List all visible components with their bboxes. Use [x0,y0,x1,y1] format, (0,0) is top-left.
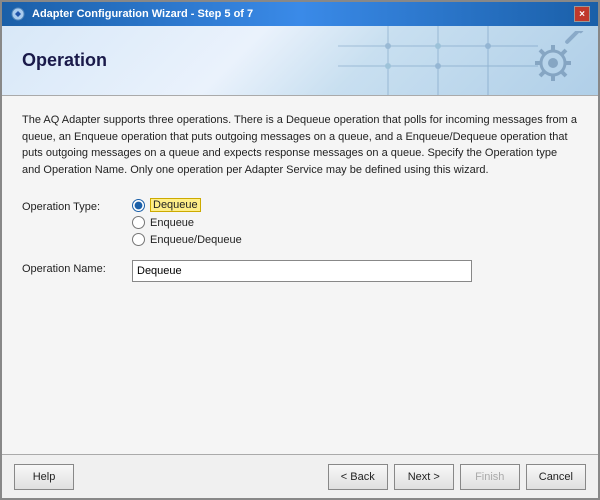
radio-enqueue-dequeue-label[interactable]: Enqueue/Dequeue [150,234,242,246]
description-text: The AQ Adapter supports three operations… [22,112,578,178]
radio-enqueue-item: Enqueue [132,216,242,229]
circuit-decoration [338,26,538,96]
operation-type-label: Operation Type: [22,198,132,213]
next-button[interactable]: Next > [394,464,454,490]
radio-enqueue-dequeue-item: Enqueue/Dequeue [132,233,242,246]
radio-dequeue[interactable] [132,199,145,212]
footer: Help < Back Next > Finish Cancel [2,454,598,498]
header-title: Operation [22,50,107,71]
main-content: The AQ Adapter supports three operations… [2,96,598,454]
radio-enqueue[interactable] [132,216,145,229]
window-icon [10,6,26,22]
operation-type-radio-group: Dequeue Enqueue Enqueue/Dequeue [132,198,242,246]
footer-left: Help [14,464,74,490]
close-button[interactable]: × [574,6,590,22]
help-button[interactable]: Help [14,464,74,490]
footer-right: < Back Next > Finish Cancel [328,464,586,490]
finish-button: Finish [460,464,520,490]
radio-enqueue-dequeue[interactable] [132,233,145,246]
operation-name-input[interactable] [132,260,472,282]
operation-name-label: Operation Name: [22,260,132,275]
radio-dequeue-item: Dequeue [132,198,242,212]
operation-type-row: Operation Type: Dequeue Enqueue Enqueue/… [22,198,578,246]
title-bar-left: Adapter Configuration Wizard - Step 5 of… [10,6,253,22]
header-banner: Operation [2,26,598,96]
wizard-window: Adapter Configuration Wizard - Step 5 of… [0,0,600,500]
back-button[interactable]: < Back [328,464,388,490]
cancel-button[interactable]: Cancel [526,464,586,490]
radio-enqueue-label[interactable]: Enqueue [150,217,194,229]
operation-name-row: Operation Name: [22,260,578,282]
title-bar: Adapter Configuration Wizard - Step 5 of… [2,2,598,26]
radio-dequeue-label[interactable]: Dequeue [150,198,201,212]
gear-icon [518,31,588,96]
window-title: Adapter Configuration Wizard - Step 5 of… [32,8,253,20]
